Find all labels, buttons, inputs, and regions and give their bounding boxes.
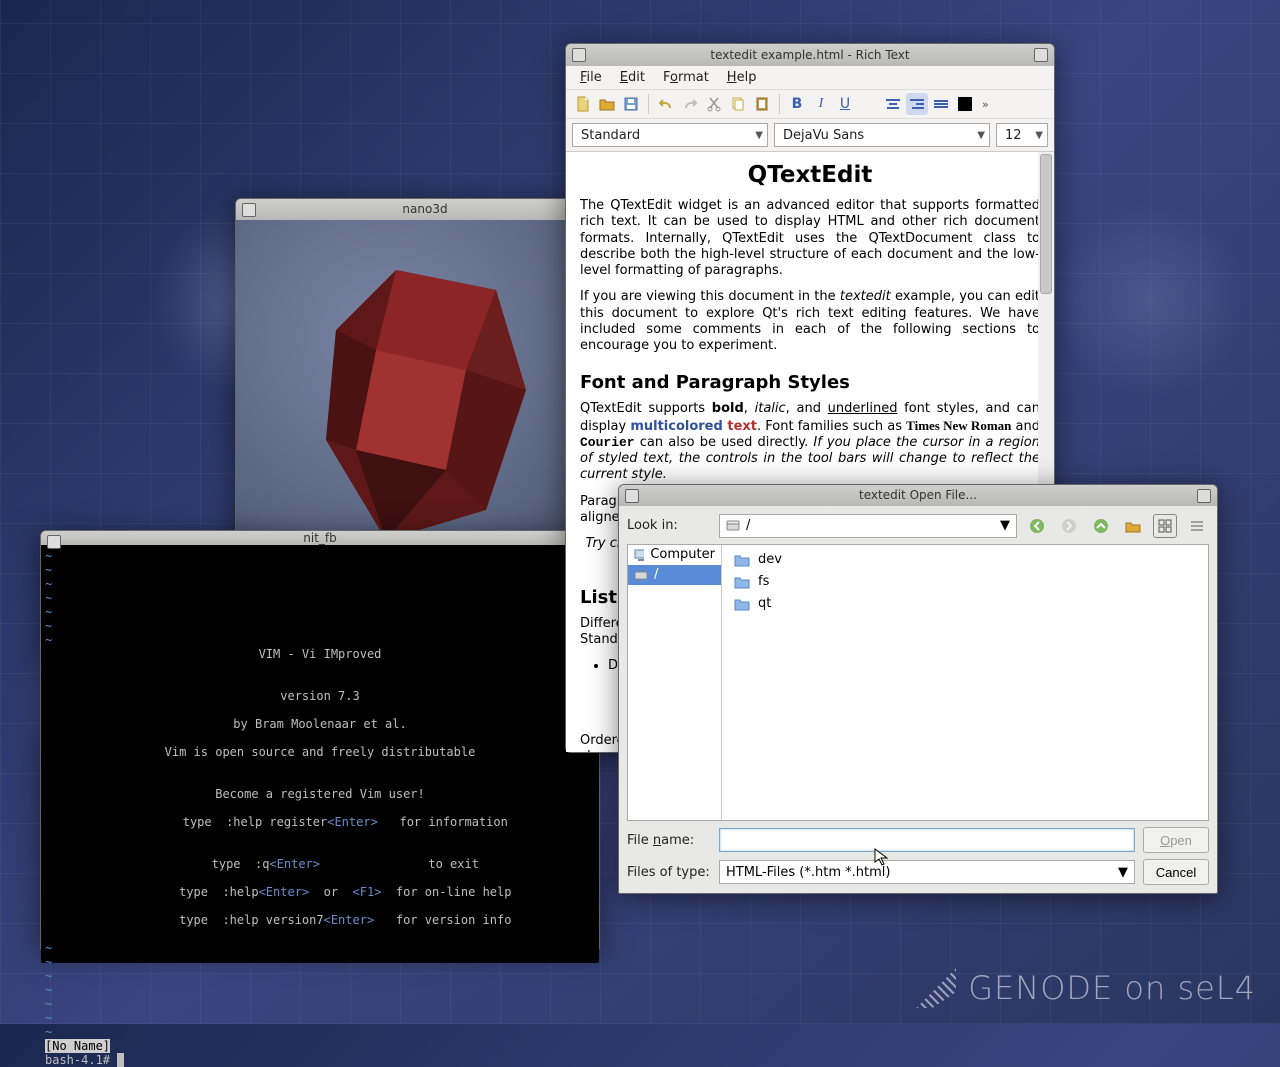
- filename-label: File name:: [627, 833, 711, 848]
- menu-help[interactable]: Help: [719, 68, 765, 87]
- chevron-down-icon: ▼: [1000, 518, 1010, 533]
- folder-icon: [734, 553, 750, 567]
- lookin-combo[interactable]: / ▼: [719, 514, 1017, 538]
- terminal-status: [No Name]: [45, 1039, 110, 1053]
- close-icon[interactable]: [572, 48, 586, 62]
- computer-icon: [634, 548, 644, 562]
- new-file-icon[interactable]: [572, 93, 594, 115]
- textedit-titlebar[interactable]: textedit example.html - Rich Text: [566, 44, 1054, 66]
- size-combo[interactable]: 12▼: [996, 123, 1048, 147]
- terminal-content[interactable]: ~ ~ ~ ~ ~ ~ ~ VIM - Vi IMproved version …: [41, 545, 599, 963]
- text-color-button[interactable]: [954, 93, 976, 115]
- terminal-title: nit_fb: [303, 531, 337, 545]
- list-item[interactable]: qt: [730, 593, 1204, 615]
- disk-icon: [726, 520, 740, 532]
- open-button[interactable]: Open: [1143, 827, 1209, 853]
- menu-edit[interactable]: Edit: [612, 68, 653, 87]
- paste-icon[interactable]: [751, 93, 773, 115]
- folder-icon: [734, 597, 750, 611]
- undo-icon[interactable]: [655, 93, 677, 115]
- scrollbar-thumb[interactable]: [1040, 154, 1052, 294]
- copy-icon[interactable]: [727, 93, 749, 115]
- textedit-title: textedit example.html - Rich Text: [710, 48, 909, 62]
- font-combo[interactable]: DejaVu Sans▼: [774, 123, 990, 147]
- list-item[interactable]: fs: [730, 571, 1204, 593]
- chevron-down-icon: ▼: [755, 130, 763, 141]
- maximize-icon[interactable]: [1034, 48, 1048, 62]
- list-item[interactable]: dev: [730, 549, 1204, 571]
- save-file-icon[interactable]: [620, 93, 642, 115]
- menu-file[interactable]: FFileile: [572, 68, 610, 87]
- chevron-down-icon: ▼: [1118, 865, 1128, 880]
- cancel-button[interactable]: Cancel: [1143, 859, 1209, 885]
- new-folder-button[interactable]: [1121, 514, 1145, 538]
- doc-h1: QTextEdit: [580, 162, 1040, 188]
- close-icon[interactable]: [625, 489, 639, 503]
- watermark: GENODE on seL4: [916, 968, 1256, 1008]
- detail-view-button[interactable]: [1185, 514, 1209, 538]
- file-dialog-sidebar: Computer /: [628, 545, 722, 820]
- bold-button[interactable]: B: [786, 93, 808, 115]
- cut-icon[interactable]: [703, 93, 725, 115]
- genode-logo-icon: [916, 968, 956, 1008]
- back-button[interactable]: [1025, 514, 1049, 538]
- list-view-button[interactable]: [1153, 514, 1177, 538]
- terminal-window[interactable]: nit_fb ~ ~ ~ ~ ~ ~ ~ VIM - Vi IMproved v…: [40, 530, 600, 950]
- format-row: Standard▼ DejaVu Sans▼ 12▼: [566, 118, 1054, 151]
- underline-button[interactable]: U: [834, 93, 856, 115]
- menu-format[interactable]: Format: [655, 68, 717, 87]
- toolbar: B I U »: [566, 89, 1054, 118]
- up-button[interactable]: [1089, 514, 1113, 538]
- file-list[interactable]: dev fs qt: [726, 545, 1208, 820]
- forward-button[interactable]: [1057, 514, 1081, 538]
- sidebar-item-root[interactable]: /: [628, 565, 721, 585]
- menubar: FFileile Edit Format Help: [566, 66, 1054, 89]
- align-left-button[interactable]: [858, 93, 880, 115]
- terminal-prompt: bash-4.1#: [45, 1053, 117, 1067]
- terminal-titlebar[interactable]: nit_fb: [41, 531, 599, 545]
- file-dialog-titlebar[interactable]: textedit Open File...: [619, 485, 1217, 506]
- file-dialog-title: textedit Open File...: [859, 488, 977, 502]
- style-combo[interactable]: Standard▼: [572, 123, 768, 147]
- italic-button[interactable]: I: [810, 93, 832, 115]
- folder-icon: [734, 575, 750, 589]
- lookin-label: Look in:: [627, 518, 711, 533]
- chevron-down-icon: ▼: [977, 130, 985, 141]
- redo-icon[interactable]: [679, 93, 701, 115]
- align-justify-button[interactable]: [930, 93, 952, 115]
- align-right-button[interactable]: [906, 93, 928, 115]
- sidebar-item-computer[interactable]: Computer: [628, 545, 721, 565]
- nano3d-titlebar[interactable]: nano3d: [236, 199, 614, 220]
- filename-input[interactable]: [719, 828, 1135, 852]
- open-file-icon[interactable]: [596, 93, 618, 115]
- close-icon[interactable]: [47, 535, 61, 549]
- file-dialog[interactable]: textedit Open File... Look in: / ▼: [618, 484, 1218, 894]
- align-center-button[interactable]: [882, 93, 904, 115]
- disk-icon: [634, 569, 648, 581]
- close-icon[interactable]: [242, 203, 256, 217]
- filetype-label: Files of type:: [627, 865, 711, 880]
- toolbar-overflow-icon[interactable]: »: [978, 98, 993, 111]
- chevron-down-icon: ▼: [1035, 130, 1043, 141]
- filetype-combo[interactable]: HTML-Files (*.htm *.html) ▼: [719, 860, 1135, 884]
- maximize-icon[interactable]: [1197, 489, 1211, 503]
- nano3d-title: nano3d: [402, 202, 447, 216]
